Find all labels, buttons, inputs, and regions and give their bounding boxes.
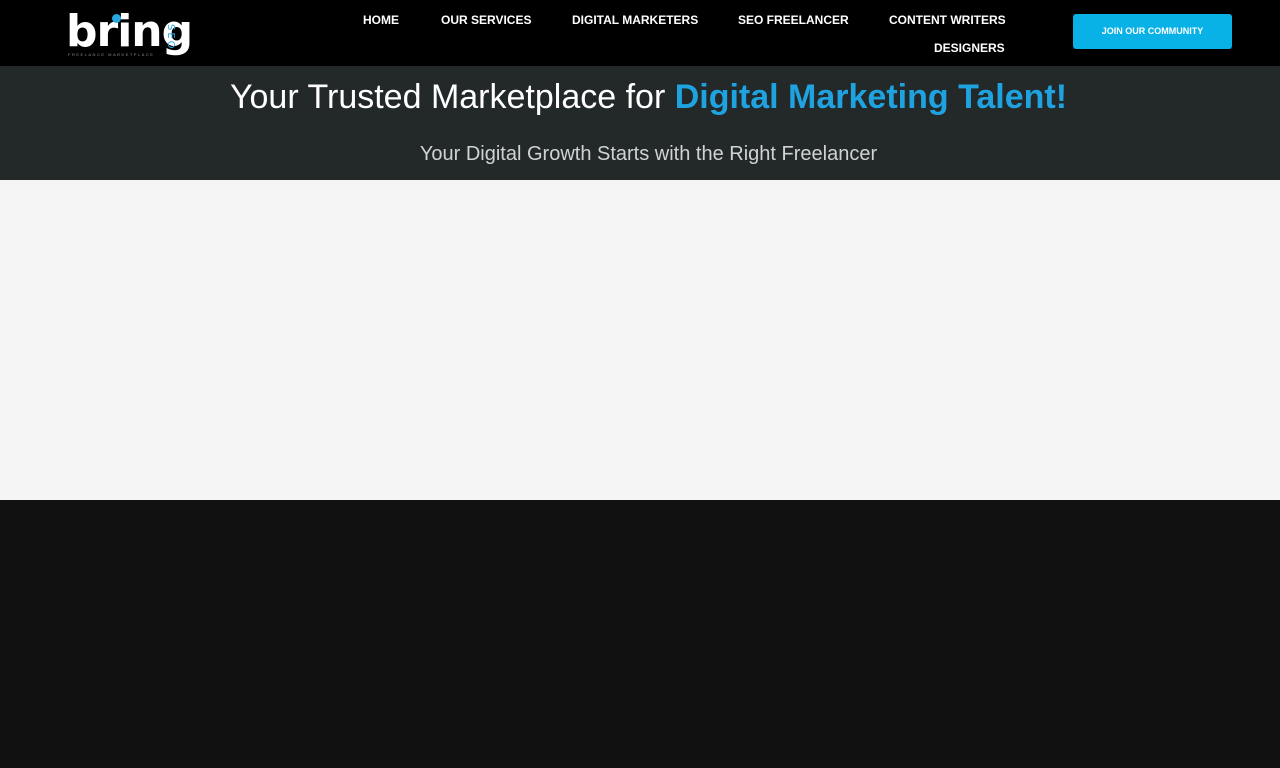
nav-item-seo-freelancer[interactable]: SEO FREELANCER <box>738 13 849 27</box>
hero-title-accent: Digital Marketing Talent! <box>674 78 1068 116</box>
hero-banner: Your Trusted Marketplace for Digital Mar… <box>0 66 1280 180</box>
nav-item-digital-marketers[interactable]: DIGITAL MARKETERS <box>572 13 698 27</box>
nav-item-home[interactable]: HOME <box>363 13 399 27</box>
hero-subtitle: Your Digital Growth Starts with the Righ… <box>419 143 878 165</box>
nav-item-our-services[interactable]: OUR SERVICES <box>441 13 531 27</box>
content-section <box>0 180 1280 500</box>
nav-item-content-writers[interactable]: CONTENT WRITERS <box>889 13 1006 27</box>
hero-title: Your Trusted Marketplace for Digital Mar… <box>0 78 1280 116</box>
nav-item-designers[interactable]: DESIGNERS <box>934 41 1005 55</box>
top-navigation-bar: bring SEO FREELANCE MARKETPLACE HOME OUR… <box>0 0 1280 66</box>
join-community-button[interactable]: JOIN OUR COMMUNITY <box>1073 14 1232 49</box>
footer-section <box>0 500 1280 768</box>
hero-title-prefix: Your Trusted Marketplace for <box>229 78 675 116</box>
